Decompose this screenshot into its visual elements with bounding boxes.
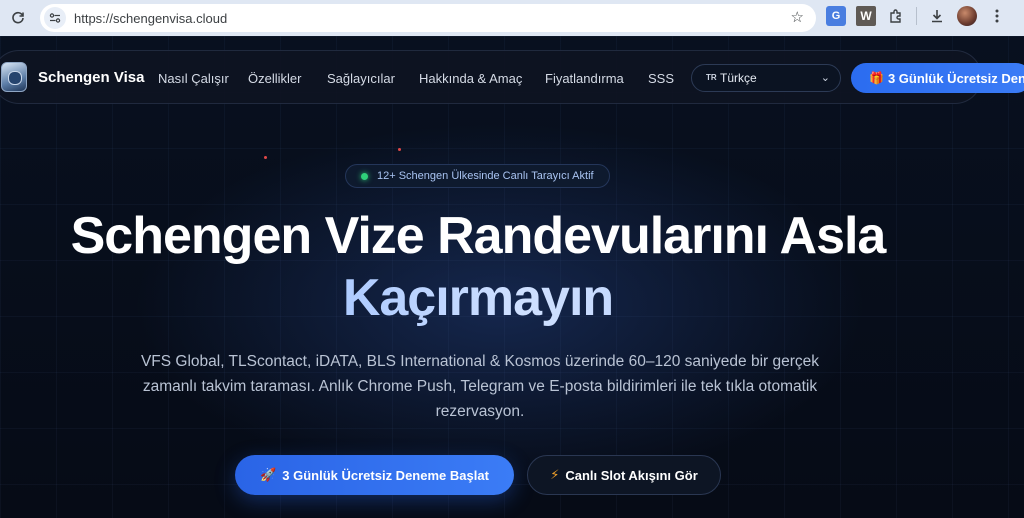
lightning-icon: ⚡ [550, 467, 560, 482]
gift-icon: 🎁 [869, 71, 884, 85]
landing-page: Schengen Visa Nasıl Çalışır Özellikler S… [0, 36, 1024, 518]
top-navbar: Schengen Visa Nasıl Çalışır Özellikler S… [0, 50, 1024, 104]
nav-link-providers[interactable]: Sağlayıcılar [327, 71, 395, 86]
translate-extension-icon[interactable]: G [826, 6, 846, 26]
live-slot-feed-label: Canlı Slot Akışını Gör [565, 467, 698, 483]
language-select[interactable]: TR Türkçe ⌄ [691, 64, 841, 92]
browser-toolbar: https://schengenvisa.cloud ☆ G W [0, 0, 1024, 36]
start-free-trial-label: 3 Günlük Ücretsiz Deneme Başlat [282, 467, 489, 483]
extensions-bar: G W [826, 6, 1007, 26]
puzzle-extensions-icon[interactable] [886, 6, 906, 26]
decorative-spark [264, 156, 267, 159]
nav-link-about[interactable]: Hakkında & Amaç [419, 71, 522, 86]
flag-icon: TR [706, 73, 717, 82]
site-info-icon[interactable] [44, 7, 66, 29]
live-scanner-badge: 12+ Schengen Ülkesinde Canlı Tarayıcı Ak… [345, 164, 610, 188]
nav-link-faq[interactable]: SSS [648, 71, 674, 86]
more-menu-icon[interactable] [987, 6, 1007, 26]
live-slot-feed-button[interactable]: ⚡ Canlı Slot Akışını Gör [527, 455, 721, 495]
start-free-trial-button[interactable]: 🚀 3 Günlük Ücretsiz Deneme Başlat [235, 455, 514, 495]
brand-name[interactable]: Schengen Visa [38, 69, 144, 86]
hero-title: Schengen Vize Randevularını Asla [70, 207, 887, 265]
free-trial-nav-button[interactable]: 🎁 3 Günlük Ücretsiz Deneme [851, 63, 1024, 93]
live-status-dot [361, 172, 368, 180]
rocket-icon: 🚀 [260, 467, 277, 482]
brand-logo[interactable] [1, 62, 27, 92]
download-icon[interactable] [927, 6, 947, 26]
hero-title-accent: Kaçırmayın [0, 268, 956, 328]
star-icon[interactable]: ☆ [791, 8, 804, 26]
nav-link-pricing[interactable]: Fiyatlandırma [545, 71, 624, 86]
profile-avatar[interactable] [957, 6, 977, 26]
hero-description: VFS Global, TLScontact, iDATA, BLS Inter… [140, 353, 820, 420]
free-trial-nav-label: 3 Günlük Ücretsiz Deneme [887, 70, 1024, 86]
language-label: Türkçe [720, 71, 757, 85]
url-text[interactable]: https://schengenvisa.cloud [74, 11, 227, 26]
reload-icon[interactable] [6, 6, 30, 30]
address-bar[interactable]: https://schengenvisa.cloud ☆ [40, 4, 816, 32]
chevron-down-icon: ⌄ [820, 72, 830, 84]
badge-text: 12+ Schengen Ülkesinde Canlı Tarayıcı Ak… [377, 170, 594, 182]
nav-link-how-it-works[interactable]: Nasıl Çalışır [158, 71, 229, 86]
nav-link-features[interactable]: Özellikler [248, 71, 301, 86]
w-extension-icon[interactable]: W [856, 6, 876, 26]
decorative-spark [398, 148, 401, 151]
toolbar-divider [916, 7, 917, 25]
